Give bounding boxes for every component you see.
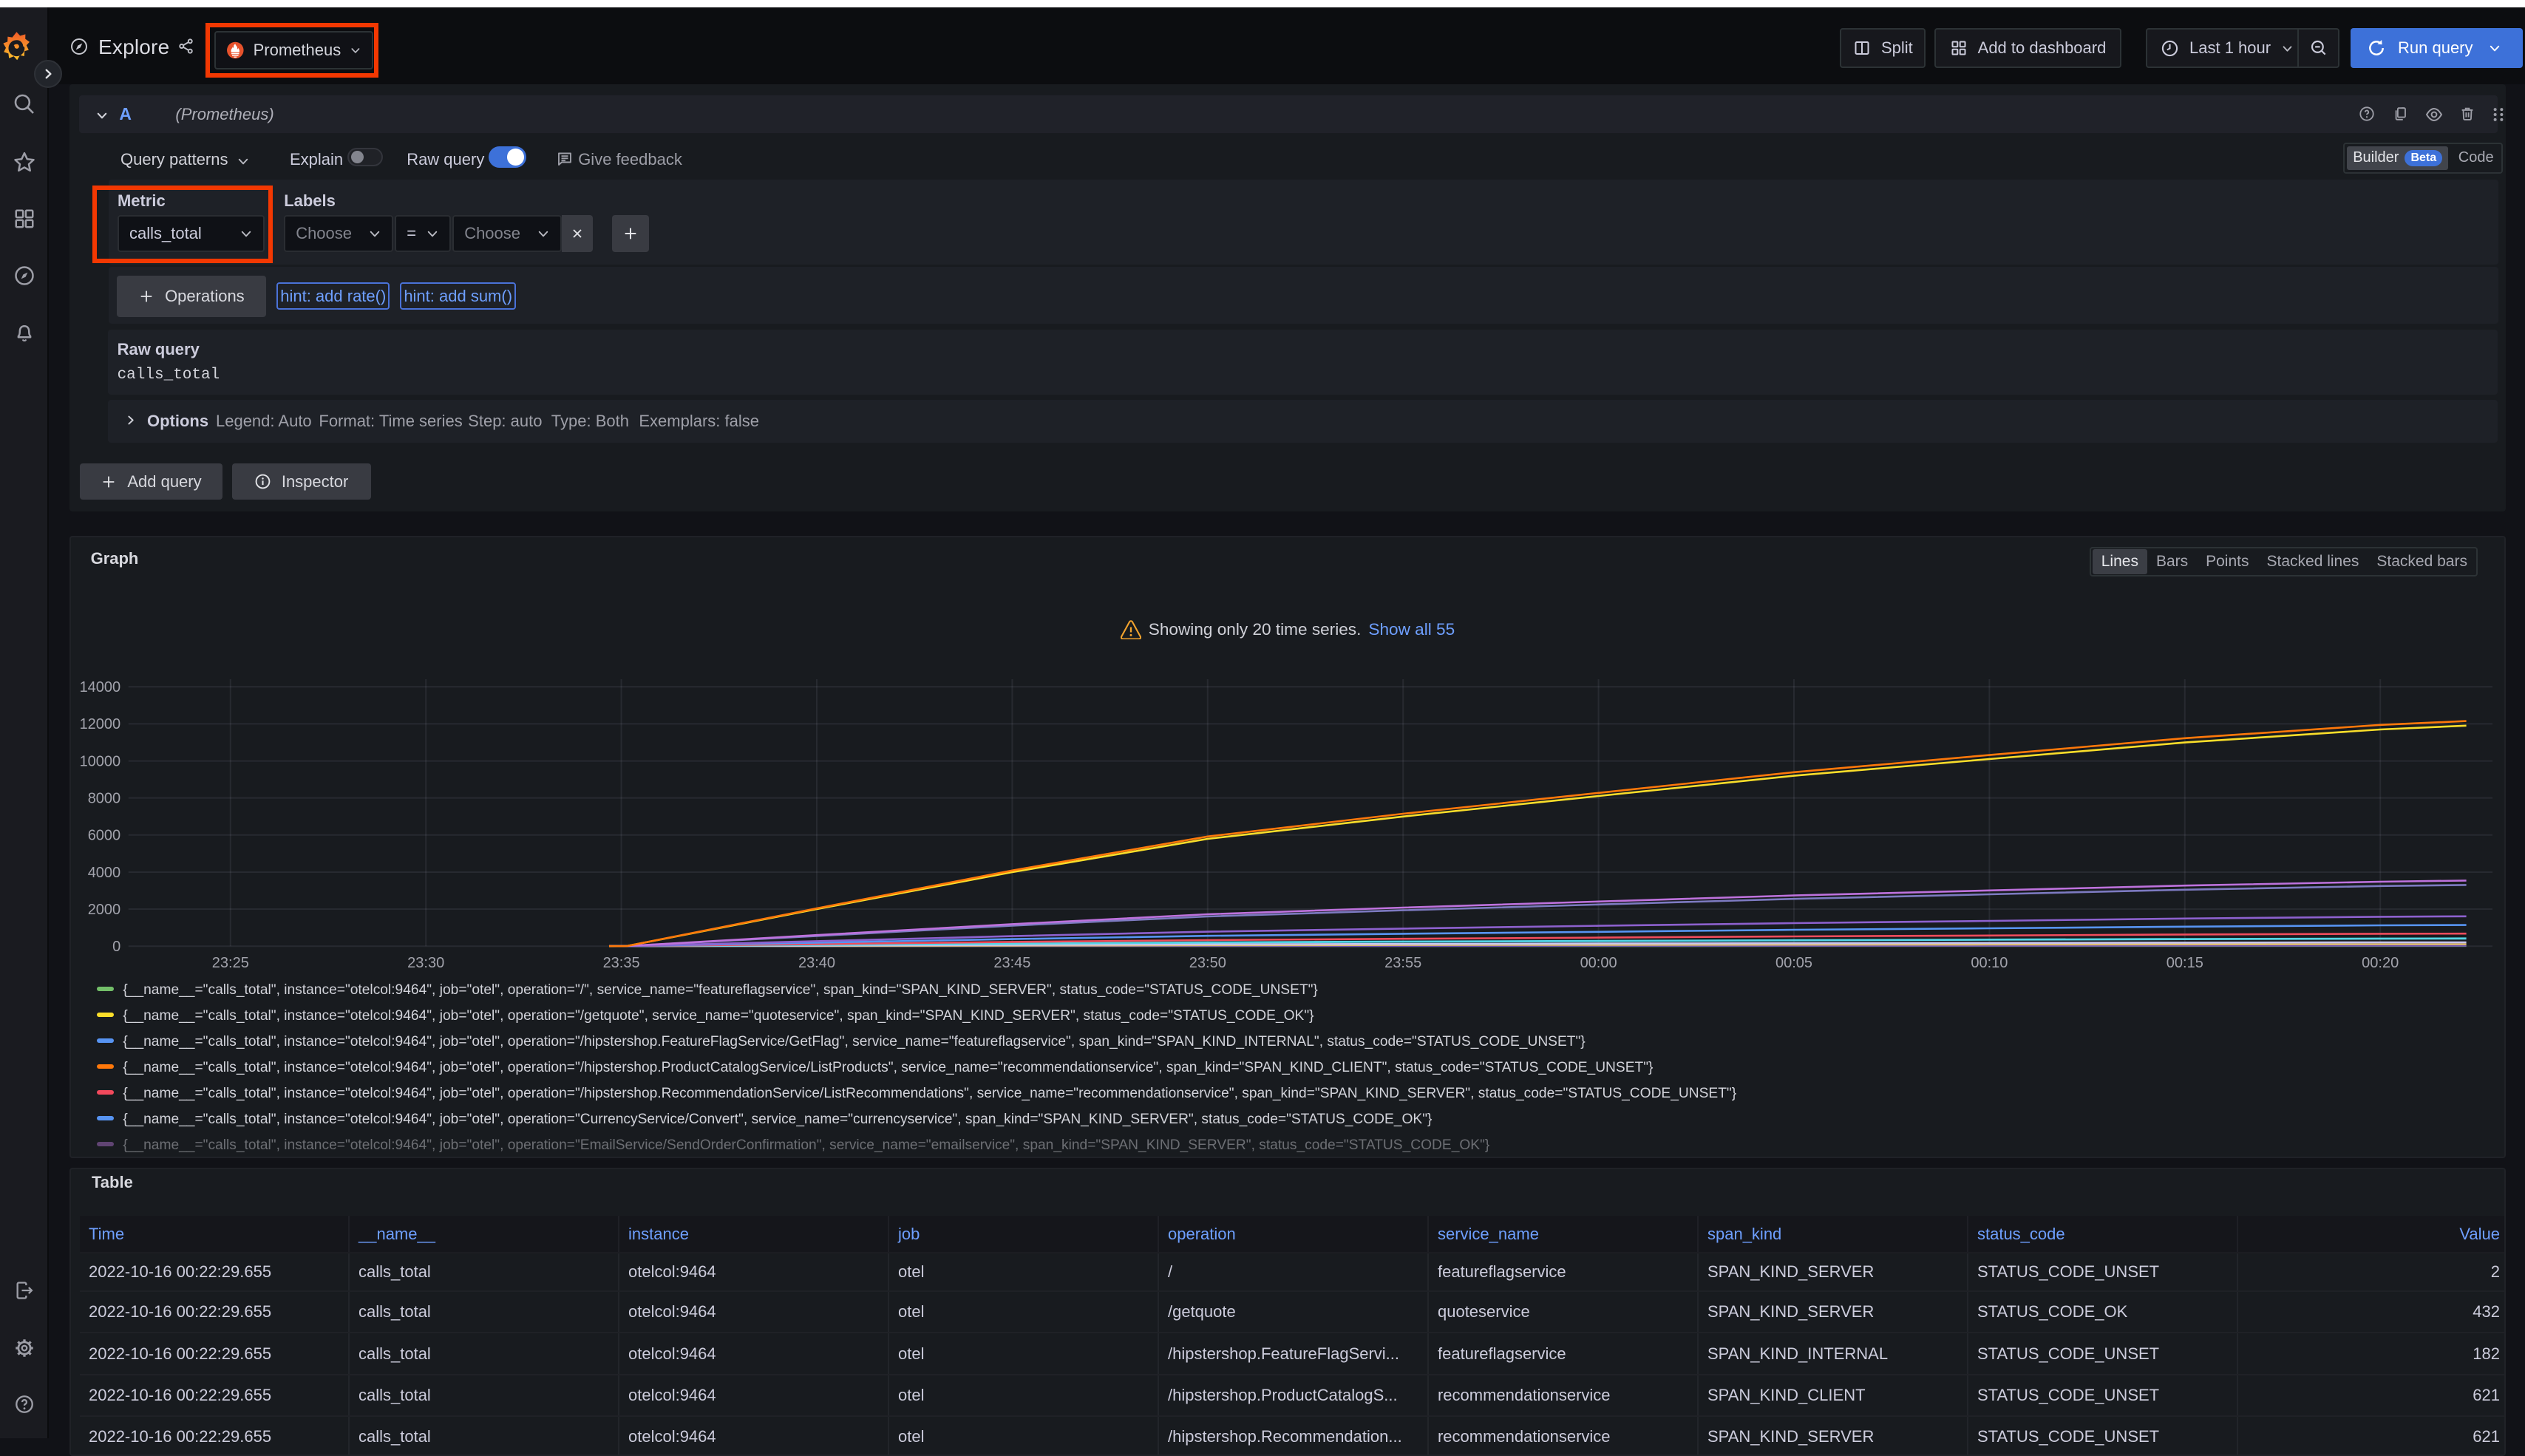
svg-text:23:35: 23:35 [603, 955, 640, 971]
svg-text:00:00: 00:00 [1580, 955, 1617, 971]
svg-text:00:05: 00:05 [1775, 955, 1812, 971]
svg-text:23:40: 23:40 [798, 955, 835, 971]
svg-text:12000: 12000 [80, 716, 121, 732]
svg-text:00:15: 00:15 [2167, 955, 2203, 971]
svg-text:00:10: 00:10 [1971, 955, 2008, 971]
svg-text:10000: 10000 [80, 754, 121, 770]
svg-text:4000: 4000 [88, 865, 121, 881]
svg-text:23:30: 23:30 [407, 955, 444, 971]
svg-text:2000: 2000 [88, 902, 121, 918]
svg-text:6000: 6000 [88, 828, 121, 844]
svg-text:14000: 14000 [80, 679, 121, 695]
svg-text:8000: 8000 [88, 791, 121, 807]
svg-text:23:25: 23:25 [212, 955, 249, 971]
svg-text:23:55: 23:55 [1384, 955, 1421, 971]
svg-text:23:50: 23:50 [1189, 955, 1226, 971]
svg-text:00:20: 00:20 [2362, 955, 2399, 971]
svg-text:23:45: 23:45 [994, 955, 1031, 971]
svg-text:0: 0 [112, 939, 120, 955]
